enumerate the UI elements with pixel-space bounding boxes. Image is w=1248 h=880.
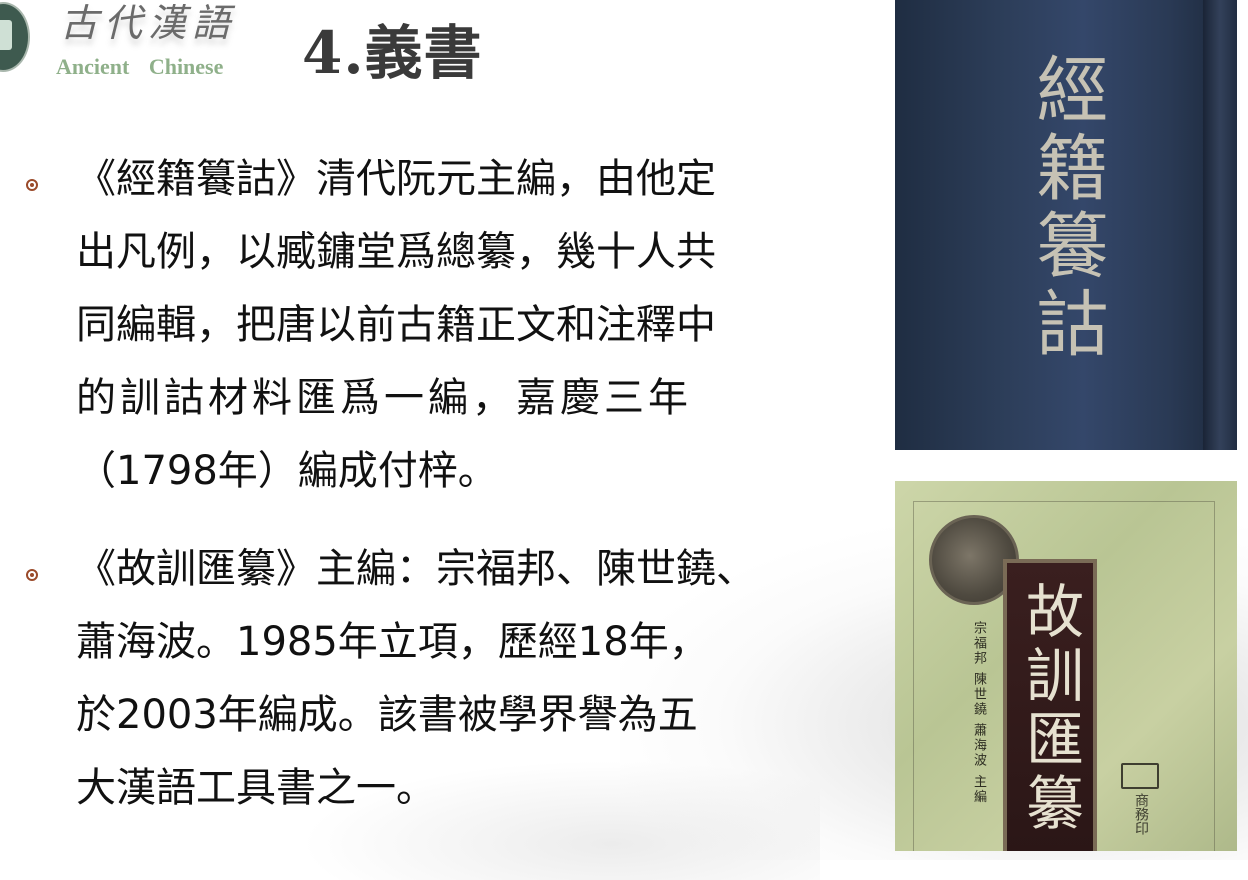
- paragraph-line: 出凡例，以臧鏞堂爲總纂，幾十人共: [76, 229, 716, 275]
- bullet-icon: [26, 569, 38, 581]
- bullet-icon: [26, 179, 38, 191]
- book-cover-publisher: 商務印: [1133, 793, 1149, 835]
- paragraph-line: 《故訓匯纂》主編：宗福邦、陳世鐃、: [76, 546, 756, 592]
- page-title: 4.義書: [302, 19, 483, 87]
- paragraph-line: 蕭海波。1985年立項，歷經18年，: [76, 619, 709, 665]
- paragraph-line: 大漢語工具書之一。: [76, 765, 436, 811]
- book-cover-title: 故訓匯纂: [1016, 581, 1084, 837]
- book-cover-jingji-zhuangu: 經籍籑詁: [895, 0, 1237, 450]
- logo-english-text: Ancient Chinese: [56, 54, 224, 79]
- paragraph-line: 於2003年編成。該書被學界譽為五: [76, 692, 698, 738]
- logo-chinese-text: 古代漢語: [60, 1, 237, 45]
- university-emblem-icon: [0, 2, 30, 72]
- paragraph-line: 《經籍籑詁》清代阮元主編，由他定: [76, 156, 716, 202]
- paragraph-line: （1798年）編成付梓。: [76, 448, 498, 494]
- paragraph-line: 的訓詁材料匯爲一編，嘉慶三年: [76, 375, 692, 421]
- book-cover-authors: 宗福邦 陳世鐃 蕭海波 主編: [971, 621, 986, 805]
- book-cover-guxun-huizuan: 故訓匯纂 宗福邦 陳世鐃 蕭海波 主編 商務印: [895, 481, 1237, 851]
- paragraph-line: 同編輯，把唐以前古籍正文和注釋中: [76, 302, 716, 348]
- book-cover-title: 經籍籑詁: [1024, 52, 1108, 364]
- publisher-book-icon: [1121, 763, 1159, 789]
- bullet-paragraph-1: 《經籍籑詁》清代阮元主編，由他定 出凡例，以臧鏞堂爲總纂，幾十人共 同編輯，把唐…: [76, 143, 786, 508]
- bullet-paragraph-2: 《故訓匯纂》主編：宗福邦、陳世鐃、 蕭海波。1985年立項，歷經18年， 於20…: [76, 533, 786, 825]
